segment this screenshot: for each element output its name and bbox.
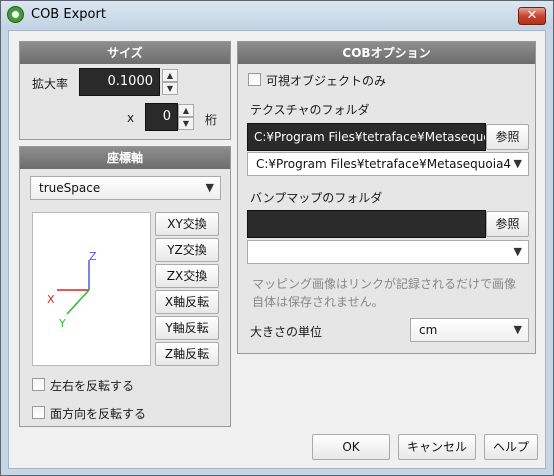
dialog-window: COB Export ✕ サイズ 拡大率 0.1000 ▲ ▼ x 0 ▲ ▼ … bbox=[0, 0, 554, 476]
bump-path-input[interactable] bbox=[247, 210, 486, 238]
digits-x-label: x bbox=[127, 111, 135, 125]
visible-only-checkbox[interactable] bbox=[248, 73, 261, 86]
axis-preview: X Y Z bbox=[32, 212, 151, 366]
x-axis-label: X bbox=[47, 293, 55, 306]
texture-browse-button[interactable]: 参照 bbox=[486, 124, 529, 150]
texture-folder-label: テクスチャのフォルダ bbox=[250, 103, 370, 117]
texture-history-value: C:¥Program Files¥tetraface¥Metasequoia4 bbox=[256, 157, 512, 171]
scale-stepper[interactable]: ▲ ▼ bbox=[162, 69, 178, 95]
swap-yz-button[interactable]: YZ交換 bbox=[155, 238, 219, 262]
bump-browse-button[interactable]: 参照 bbox=[486, 211, 529, 237]
chevron-down-icon: ▼ bbox=[205, 181, 214, 194]
visible-only-label[interactable]: 可視オブジェクトのみ bbox=[266, 72, 386, 89]
flip-lr-label[interactable]: 左右を反転する bbox=[50, 377, 134, 394]
flip-face-checkbox[interactable] bbox=[32, 406, 45, 419]
unit-value: cm bbox=[419, 323, 438, 337]
flip-y-button[interactable]: Y軸反転 bbox=[155, 316, 219, 340]
size-panel: サイズ 拡大率 0.1000 ▲ ▼ x 0 ▲ ▼ 桁 bbox=[19, 41, 231, 140]
coord-panel-header: 座標軸 bbox=[20, 147, 230, 169]
scale-label: 拡大率 bbox=[32, 77, 69, 91]
unit-select[interactable]: cm ▼ bbox=[410, 318, 529, 342]
digits-up-arrow-icon[interactable]: ▲ bbox=[178, 104, 194, 117]
flip-x-button[interactable]: X軸反転 bbox=[155, 290, 219, 314]
coord-panel: 座標軸 trueSpace ▼ X Y Z XY交換 YZ交換 ZX交換 X軸反 bbox=[19, 146, 231, 427]
app-circle-icon bbox=[7, 6, 24, 23]
close-button[interactable]: ✕ bbox=[518, 7, 546, 25]
chevron-down-icon: ▼ bbox=[513, 245, 522, 258]
mapping-note-line1: マッピング画像はリンクが記録されるだけで画像 bbox=[252, 277, 517, 291]
title-bar[interactable]: COB Export ✕ bbox=[1, 1, 553, 29]
z-axis-label: Z bbox=[89, 250, 97, 263]
swap-xy-button[interactable]: XY交換 bbox=[155, 212, 219, 236]
dialog-client-area: サイズ 拡大率 0.1000 ▲ ▼ x 0 ▲ ▼ 桁 座標軸 trueSpa… bbox=[8, 30, 546, 469]
digits-down-arrow-icon[interactable]: ▼ bbox=[178, 117, 194, 130]
digits-stepper[interactable]: ▲ ▼ bbox=[178, 104, 194, 130]
scale-down-arrow-icon[interactable]: ▼ bbox=[162, 82, 178, 95]
ok-button[interactable]: OK bbox=[312, 434, 390, 460]
coord-system-value: trueSpace bbox=[39, 181, 101, 195]
scale-up-arrow-icon[interactable]: ▲ bbox=[162, 69, 178, 82]
bump-history-select[interactable]: ▼ bbox=[247, 240, 529, 264]
flip-lr-checkbox[interactable] bbox=[32, 378, 45, 391]
texture-history-select[interactable]: C:¥Program Files¥tetraface¥Metasequoia4 … bbox=[247, 152, 529, 176]
bump-folder-label: バンプマップのフォルダ bbox=[250, 191, 383, 205]
swap-zx-button[interactable]: ZX交換 bbox=[155, 264, 219, 288]
coord-system-select[interactable]: trueSpace ▼ bbox=[30, 176, 221, 200]
flip-face-label[interactable]: 面方向を反転する bbox=[50, 405, 146, 422]
scale-input[interactable]: 0.1000 bbox=[79, 68, 160, 96]
size-panel-header: サイズ bbox=[20, 42, 230, 64]
window-title: COB Export bbox=[31, 7, 106, 22]
help-button[interactable]: ヘルプ bbox=[484, 434, 538, 460]
chevron-down-icon: ▼ bbox=[513, 323, 522, 336]
axis-gizmo: X Y Z bbox=[47, 250, 97, 330]
unit-label: 大きさの単位 bbox=[250, 325, 323, 339]
texture-path-input[interactable]: C:¥Program Files¥tetraface¥Metasequoia bbox=[247, 123, 486, 151]
digits-input[interactable]: 0 bbox=[145, 103, 178, 131]
y-axis-diagonal bbox=[66, 289, 90, 315]
flip-z-button[interactable]: Z軸反転 bbox=[155, 342, 219, 366]
chevron-down-icon: ▼ bbox=[513, 157, 522, 170]
cob-options-header: COBオプション bbox=[238, 42, 535, 64]
cob-options-panel: COBオプション 可視オブジェクトのみ テクスチャのフォルダ C:¥Progra… bbox=[237, 41, 536, 354]
digits-label: 桁 bbox=[205, 113, 218, 127]
cancel-button[interactable]: キャンセル bbox=[398, 434, 476, 460]
mapping-note-line2: 自体は保存されません。 bbox=[252, 295, 384, 309]
y-axis-label: Y bbox=[58, 317, 66, 330]
